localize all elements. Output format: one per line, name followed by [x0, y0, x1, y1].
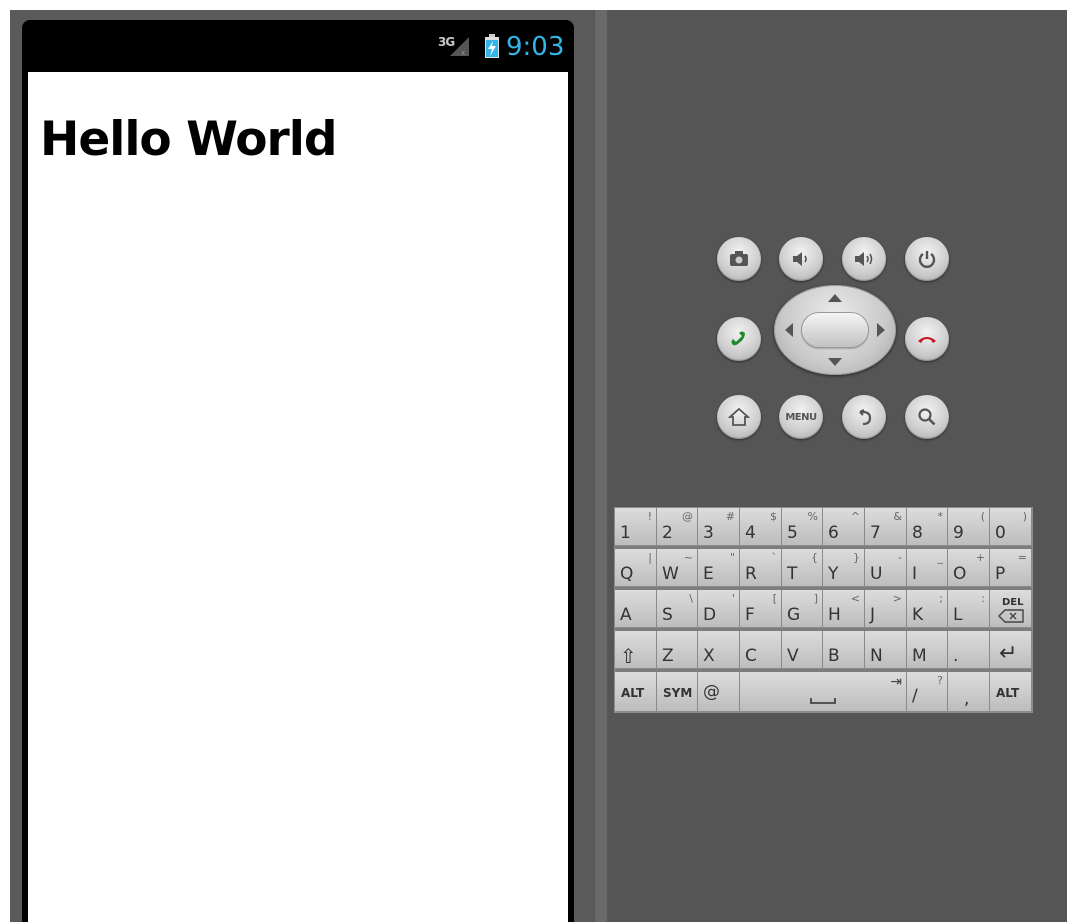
hardware-keyboard: 1! 2 @ 3 # 4 $ 5% 6 ^ 7 & 8 * 9( 0) Q | W ~ E " R…	[614, 507, 1033, 713]
space-icon	[810, 698, 836, 704]
key-i[interactable]: I _	[907, 549, 948, 587]
power-icon	[918, 251, 936, 268]
key-e[interactable]: E "	[698, 549, 740, 587]
key-f[interactable]: F[	[740, 590, 782, 628]
signal-icon: x	[450, 37, 469, 57]
key-t[interactable]: T{	[782, 549, 823, 587]
app-screen[interactable]: Hello World	[28, 72, 568, 922]
hello-world-text: Hello World	[40, 112, 337, 167]
dpad-down-icon	[828, 358, 842, 366]
back-icon	[859, 409, 872, 426]
key-a[interactable]: A	[615, 590, 657, 628]
camera-icon	[730, 251, 748, 266]
key-at[interactable]: @	[698, 672, 740, 712]
volume-up-icon	[855, 252, 873, 266]
call-icon	[731, 331, 745, 346]
power-button[interactable]	[905, 237, 949, 281]
key-space[interactable]: ⇥	[740, 672, 907, 712]
key-w[interactable]: W ~	[657, 549, 698, 587]
key-sym[interactable]: SYM	[657, 672, 698, 712]
device-bezel: 3G x 9:03 Hello World	[10, 10, 594, 922]
key-z[interactable]: Z	[657, 631, 698, 669]
key-8[interactable]: 8 *	[907, 508, 948, 546]
key-o[interactable]: O +	[948, 549, 990, 587]
key-1[interactable]: 1!	[615, 508, 657, 546]
dpad-left-icon	[785, 323, 793, 337]
call-button[interactable]	[717, 317, 761, 361]
key-3[interactable]: 3 #	[698, 508, 740, 546]
key-comma[interactable]: ,	[948, 672, 990, 712]
key-p[interactable]: P =	[990, 549, 1032, 587]
menu-label: MENU	[785, 411, 817, 423]
search-button[interactable]	[905, 395, 949, 439]
key-d[interactable]: D '	[698, 590, 740, 628]
dpad-up-icon	[828, 294, 842, 302]
key-6[interactable]: 6 ^	[823, 508, 865, 546]
key-c[interactable]: C	[740, 631, 782, 669]
volume-down-icon	[793, 252, 807, 266]
svg-text:x: x	[461, 49, 465, 57]
home-button[interactable]	[717, 395, 761, 439]
key-period[interactable]: .	[948, 631, 990, 669]
status-bar: 3G x 9:03	[28, 20, 568, 72]
key-5[interactable]: 5%	[782, 508, 823, 546]
key-j[interactable]: J >	[865, 590, 907, 628]
clock: 9:03	[506, 32, 565, 62]
key-n[interactable]: N	[865, 631, 907, 669]
dpad-center-button[interactable]	[802, 313, 868, 347]
key-9[interactable]: 9(	[948, 508, 990, 546]
key-y[interactable]: Y}	[823, 549, 865, 587]
key-2[interactable]: 2 @	[657, 508, 698, 546]
key-4[interactable]: 4 $	[740, 508, 782, 546]
key-k[interactable]: K;	[907, 590, 948, 628]
volume-down-button[interactable]	[779, 237, 823, 281]
dpad[interactable]	[774, 285, 896, 375]
key-g[interactable]: G]	[782, 590, 823, 628]
end-call-button[interactable]	[905, 317, 949, 361]
key-h[interactable]: H <	[823, 590, 865, 628]
key-s[interactable]: S \	[657, 590, 698, 628]
battery-charging-icon	[485, 34, 499, 58]
key-x[interactable]: X	[698, 631, 740, 669]
home-icon	[727, 407, 751, 426]
key-0[interactable]: 0)	[990, 508, 1032, 546]
dpad-right-icon	[877, 323, 885, 337]
emulator-window: 3G x 9:03 Hello World	[10, 10, 1067, 922]
key-b[interactable]: B	[823, 631, 865, 669]
key-alt-right[interactable]: ALT	[990, 672, 1032, 712]
key-u[interactable]: U-	[865, 549, 907, 587]
search-icon	[918, 408, 936, 426]
key-v[interactable]: V	[782, 631, 823, 669]
camera-button[interactable]	[717, 237, 761, 281]
key-shift[interactable]: ⇧	[615, 631, 657, 669]
key-q[interactable]: Q |	[615, 549, 657, 587]
key-slash[interactable]: /?	[907, 672, 948, 712]
panel-divider	[595, 10, 607, 922]
end-call-icon	[918, 337, 936, 343]
key-l[interactable]: L:	[948, 590, 990, 628]
key-delete[interactable]: DEL	[990, 590, 1032, 628]
menu-button[interactable]: MENU	[779, 395, 823, 439]
key-enter[interactable]: ↵	[990, 631, 1032, 669]
volume-up-button[interactable]	[842, 237, 886, 281]
key-m[interactable]: M	[907, 631, 948, 669]
key-alt-left[interactable]: ALT	[615, 672, 657, 712]
key-r[interactable]: R `	[740, 549, 782, 587]
backspace-icon	[998, 609, 1024, 623]
phone-frame: 3G x 9:03 Hello World	[22, 20, 574, 922]
hardware-controls: MENU	[700, 225, 950, 445]
key-7[interactable]: 7 &	[865, 508, 907, 546]
back-button[interactable]	[842, 395, 886, 439]
